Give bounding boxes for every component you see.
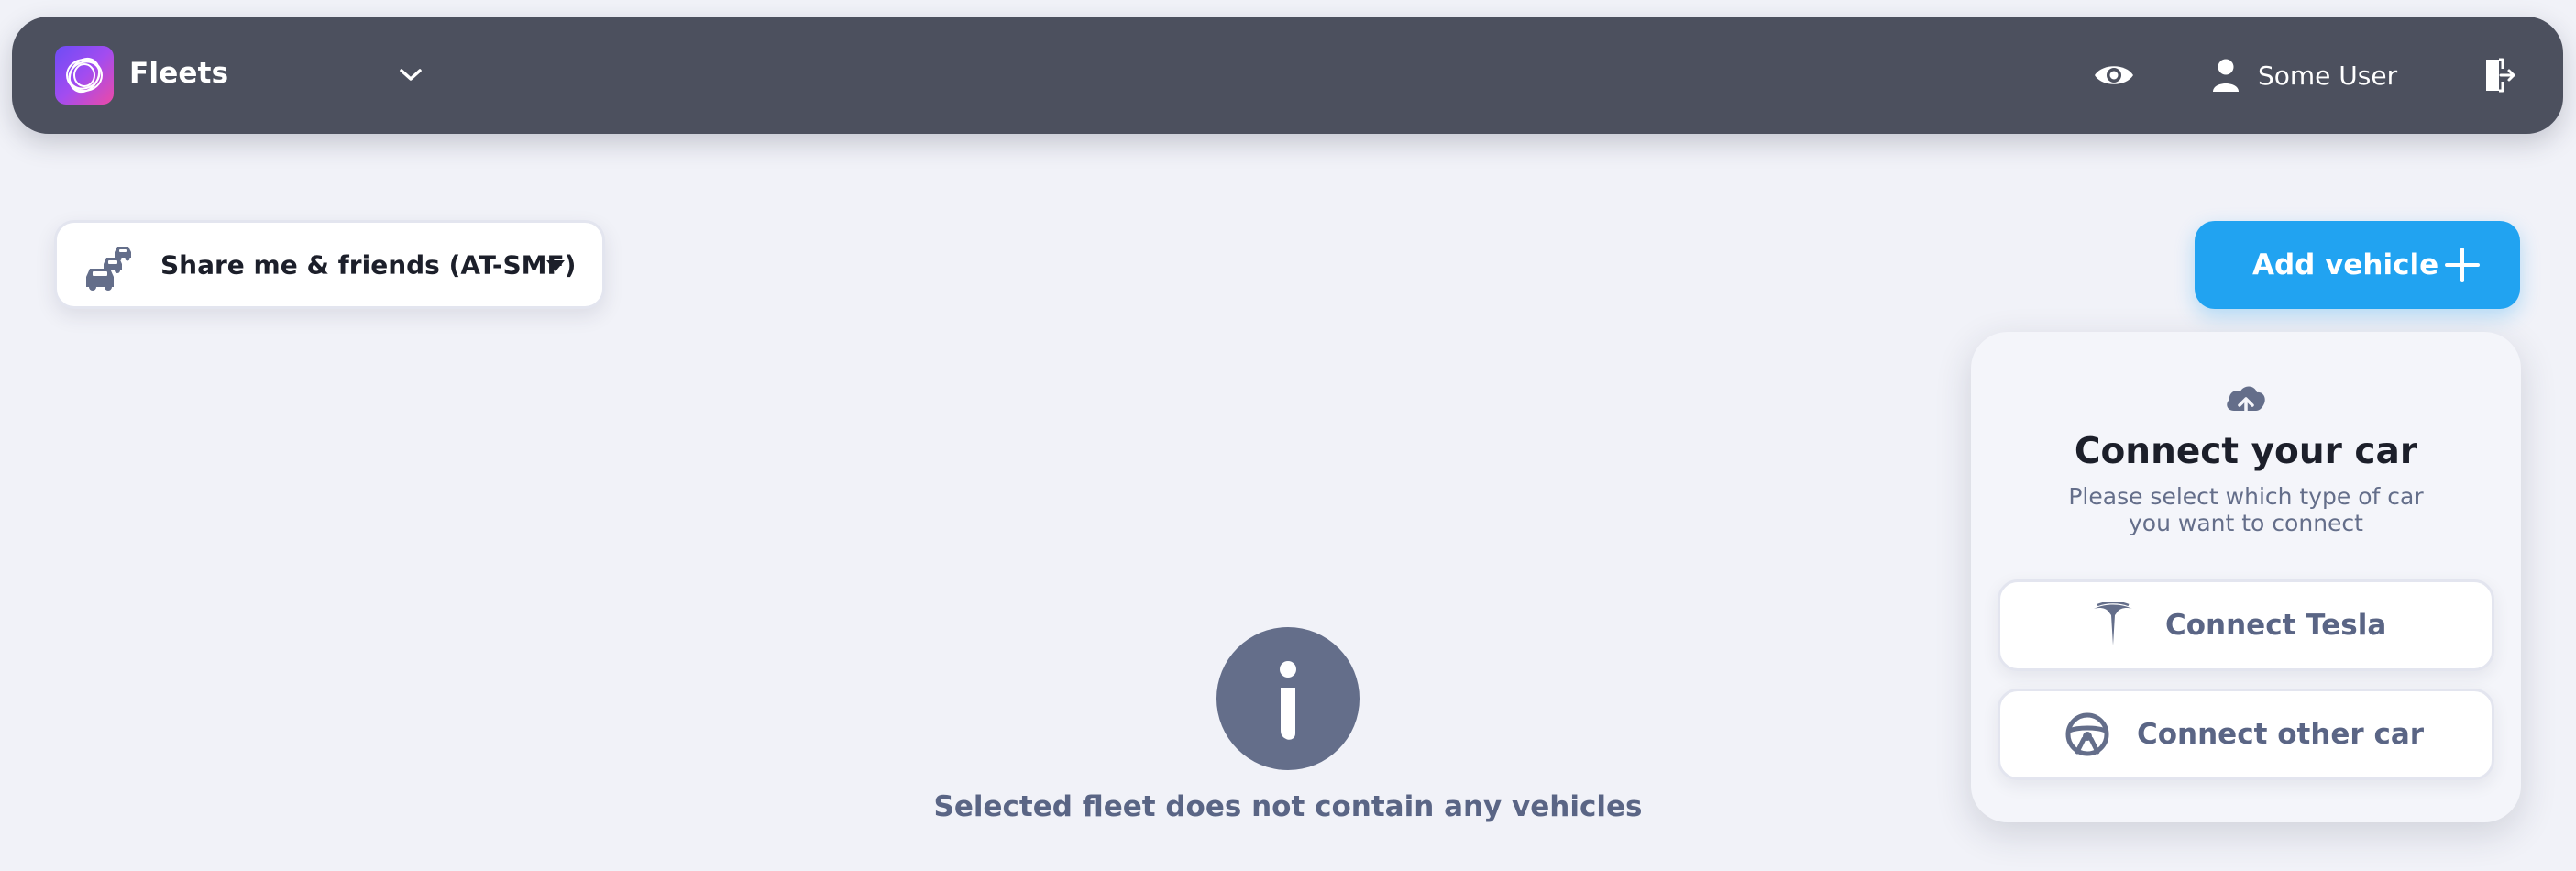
eye-icon [2095, 66, 2133, 84]
app-title: Fleets [129, 57, 229, 90]
logout-button[interactable] [2476, 53, 2520, 97]
empty-fleet-message: Selected fleet does not contain any vehi… [933, 790, 1643, 823]
cloud-upload-icon [2227, 386, 2265, 420]
logo-rings-icon [66, 57, 103, 94]
add-vehicle-button[interactable]: Add vehicle [2195, 221, 2520, 309]
info-glyph [1280, 661, 1296, 740]
user-menu-button[interactable]: Some User [2212, 53, 2397, 97]
caret-down-icon [546, 260, 565, 271]
fleet-switch-dropdown[interactable] [391, 59, 431, 92]
tesla-icon [2094, 602, 2132, 645]
user-name: Some User [2258, 60, 2398, 91]
chevron-down-icon [400, 69, 422, 81]
cars-icon [86, 247, 131, 291]
add-vehicle-label: Add vehicle [2252, 248, 2439, 281]
info-icon [1216, 627, 1360, 770]
connect-tesla-label: Connect Tesla [2165, 609, 2387, 642]
connect-panel-title: Connect your car [2074, 431, 2418, 472]
connect-tesla-button[interactable]: Connect Tesla [1998, 579, 2494, 671]
connect-other-car-label: Connect other car [2137, 718, 2425, 751]
app-logo[interactable] [55, 46, 114, 105]
user-icon [2213, 59, 2239, 92]
connect-car-panel: Connect your car Please select which typ… [1971, 332, 2521, 822]
plus-icon [2445, 248, 2480, 282]
logout-icon [2486, 58, 2515, 93]
steering-wheel-icon [2065, 712, 2109, 756]
fleet-select-dropdown[interactable]: Share me & friends (AT-SMF) [54, 220, 605, 309]
top-navigation-bar: Fleets Some User [12, 17, 2563, 134]
connect-other-car-button[interactable]: Connect other car [1998, 689, 2494, 780]
connect-panel-subtitle: Please select which type of car you want… [2068, 483, 2424, 536]
fleet-select-value: Share me & friends (AT-SMF) [160, 249, 577, 280]
visibility-toggle-button[interactable] [2091, 55, 2137, 95]
